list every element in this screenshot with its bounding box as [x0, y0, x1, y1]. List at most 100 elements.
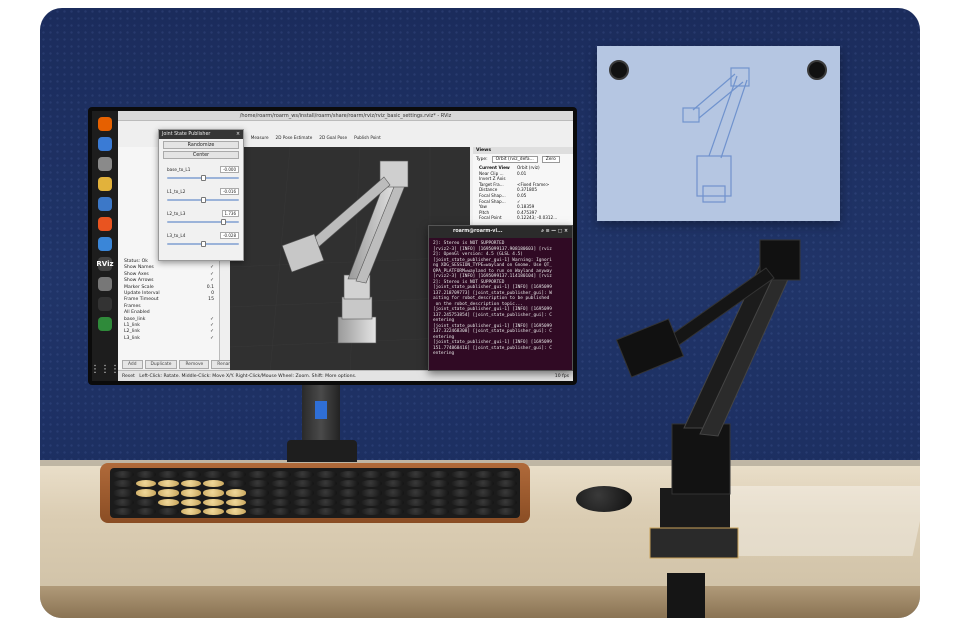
key-icon: [451, 471, 472, 479]
key-icon: [338, 489, 360, 497]
key-icon: [338, 507, 360, 515]
monitor-stand-base: [287, 440, 357, 462]
key-icon: [428, 480, 450, 488]
key-icon: [315, 498, 337, 506]
help-icon[interactable]: [98, 237, 112, 251]
key-icon: [203, 480, 224, 488]
display-property-row[interactable]: L3_link ✓: [124, 336, 214, 342]
files-icon[interactable]: [98, 157, 112, 171]
toolbar-tool-2d-goal-pose[interactable]: 2D Goal Pose: [319, 135, 347, 140]
key-icon: [428, 489, 450, 497]
key-icon: [203, 471, 224, 479]
product-photo-scene: RViz ⋮⋮⋮ /home/roarm/roarm_ws/install/roa…: [40, 8, 920, 618]
view-property-row[interactable]: Focal Point 0.12243; -0.0312...: [479, 215, 573, 221]
window-title: /home/roarm/roarm_ws/install/roarm/share…: [118, 111, 573, 121]
key-icon: [315, 480, 337, 488]
key-icon: [451, 480, 472, 488]
key-icon: [225, 507, 247, 515]
terminal-icon[interactable]: [98, 297, 112, 311]
key-icon: [315, 471, 337, 479]
key-icon: [428, 471, 450, 479]
slider-handle[interactable]: [200, 197, 206, 203]
key-icon: [473, 471, 495, 479]
key-icon: [293, 471, 314, 479]
reset-button[interactable]: Reset: [122, 374, 135, 379]
terminal-line: [joint_state_publisher_gui-1] [INFO] [16…: [433, 307, 552, 312]
joint-slider[interactable]: [167, 219, 239, 225]
toolbar-tool-measure[interactable]: Measure: [251, 135, 269, 140]
show-apps-icon[interactable]: ⋮⋮⋮: [92, 364, 120, 375]
key-icon: [383, 507, 405, 515]
joint-value-field[interactable]: -0.016: [220, 188, 239, 195]
key-icon: [203, 498, 224, 506]
monitor: RViz ⋮⋮⋮ /home/roarm/roarm_ws/install/roa…: [88, 107, 577, 385]
view-type-select[interactable]: Orbit (rviz_defa...: [491, 156, 538, 163]
key-icon: [473, 480, 495, 488]
key-icon: [225, 498, 247, 506]
firefox-icon[interactable]: [98, 117, 112, 131]
key-icon: [496, 507, 517, 515]
key-icon: [338, 480, 360, 488]
displays-duplicate-button[interactable]: Duplicate: [144, 360, 178, 369]
key-icon: [383, 480, 405, 488]
rviz-window: /home/roarm/roarm_ws/install/roarm/share…: [118, 111, 573, 381]
key-icon: [293, 489, 314, 497]
mail-icon[interactable]: [98, 137, 112, 151]
display-property-value: 15: [208, 297, 214, 303]
fps-readout: 10 fps: [554, 374, 569, 379]
jsp-titlebar: Joint State Publisher ×: [159, 130, 243, 139]
joint-slider[interactable]: [167, 241, 239, 247]
key-icon: [406, 489, 427, 497]
keyboard-keys: [110, 468, 520, 518]
software-icon[interactable]: [98, 217, 112, 231]
key-icon: [113, 471, 134, 479]
joint-value-field[interactable]: -0.000: [220, 166, 239, 173]
displays-add-button[interactable]: Add: [122, 360, 143, 369]
terminal-line: 137.322468308] [joint_state_publisher_gu…: [433, 329, 552, 334]
window-controls-icon[interactable]: ⌕ ≡ — □ ×: [541, 226, 568, 238]
toolbar-tool-2d-pose-estimate[interactable]: 2D Pose Estimate: [276, 135, 313, 140]
key-icon: [113, 489, 134, 497]
key-icon: [203, 489, 224, 497]
key-icon: [496, 480, 517, 488]
displays-remove-button[interactable]: Remove: [179, 360, 210, 369]
poster-pin-icon: [807, 60, 827, 80]
key-icon: [248, 489, 269, 497]
key-icon: [406, 507, 427, 515]
joint-slider[interactable]: [167, 175, 239, 181]
key-icon: [315, 507, 337, 515]
randomize-button[interactable]: Randomize: [163, 141, 239, 149]
slider-handle[interactable]: [200, 241, 206, 247]
key-icon: [270, 507, 292, 515]
view-property-value: 0.01: [517, 170, 527, 176]
trash-icon[interactable]: [98, 317, 112, 331]
joint-value-field[interactable]: 1.736: [221, 210, 239, 217]
display-property-value: ✓: [210, 335, 214, 341]
joint-control: base_to_L1 -0.000: [167, 166, 239, 181]
key-icon: [293, 507, 314, 515]
zero-button[interactable]: Zero: [541, 156, 560, 163]
terminal-output[interactable]: 2]: Stereo is NOT SUPPORTED [rviz2-3] [IN…: [429, 238, 572, 360]
joint-value-field[interactable]: -0.028: [220, 232, 239, 239]
settings-icon[interactable]: [98, 277, 112, 291]
key-icon: [158, 489, 179, 497]
center-button[interactable]: Center: [163, 151, 239, 159]
toolbar-tool-publish-point[interactable]: Publish Point: [354, 135, 381, 140]
rviz-icon[interactable]: RViz: [96, 257, 114, 271]
key-icon: [406, 480, 427, 488]
terminal-line: [rviz2-3] [INFO] [1695099137.114180104] …: [433, 274, 552, 279]
music-icon[interactable]: [98, 177, 112, 191]
slider-handle[interactable]: [200, 175, 206, 181]
key-icon: [270, 480, 292, 488]
document-icon[interactable]: [98, 197, 112, 211]
key-icon: [293, 480, 314, 488]
key-icon: [428, 498, 450, 506]
terminal-line: aiting for robot_description to be publi…: [433, 296, 550, 301]
slider-handle[interactable]: [220, 219, 226, 225]
key-icon: [383, 489, 405, 497]
key-icon: [158, 498, 179, 506]
joint-slider[interactable]: [167, 197, 239, 203]
terminal-line: [joint_state_publisher_gui-1] [INFO] [16…: [433, 285, 552, 290]
close-icon[interactable]: ×: [236, 130, 240, 139]
key-icon: [135, 471, 157, 479]
